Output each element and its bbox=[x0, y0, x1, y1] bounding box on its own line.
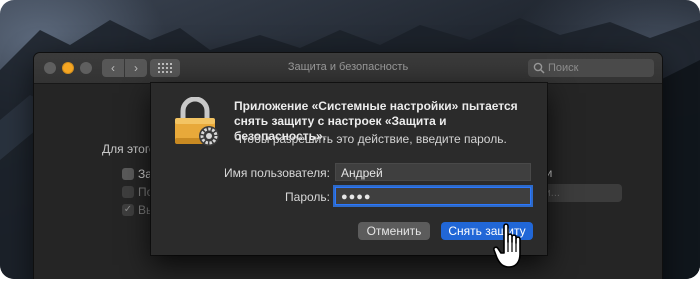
password-field[interactable]: ●●●● bbox=[335, 187, 531, 205]
checkbox-3-label: Вы bbox=[138, 203, 150, 217]
checkbox-3[interactable]: ✓ bbox=[122, 204, 134, 216]
username-field[interactable]: Андрей bbox=[335, 163, 531, 181]
search-icon bbox=[533, 62, 545, 74]
advanced-settings-button[interactable]: вки... bbox=[534, 184, 622, 202]
checkbox-1-label: Запр bbox=[138, 167, 150, 181]
checkbox-2[interactable] bbox=[122, 186, 134, 198]
dialog-subtitle: Чтобы разрешить это действие, введите па… bbox=[234, 132, 507, 146]
cancel-button[interactable]: Отменить bbox=[358, 222, 430, 240]
title-bar: ‹ › Защита и безопасность Поиск bbox=[34, 53, 662, 84]
desktop-wallpaper: ‹ › Защита и безопасность Поиск Для этог… bbox=[0, 0, 700, 279]
search-placeholder: Поиск bbox=[548, 62, 579, 74]
checkbox-1[interactable] bbox=[122, 168, 134, 180]
checkbox-2-label: По bbox=[138, 185, 150, 199]
authentication-dialog: Приложение «Системные настройки» пытаетс… bbox=[151, 83, 547, 255]
password-label: Пароль: bbox=[285, 190, 330, 204]
lock-gear-icon bbox=[175, 97, 219, 146]
username-label: Имя пользователя: bbox=[223, 166, 330, 180]
hand-cursor-icon bbox=[493, 223, 521, 268]
search-field[interactable]: Поиск bbox=[528, 59, 654, 77]
